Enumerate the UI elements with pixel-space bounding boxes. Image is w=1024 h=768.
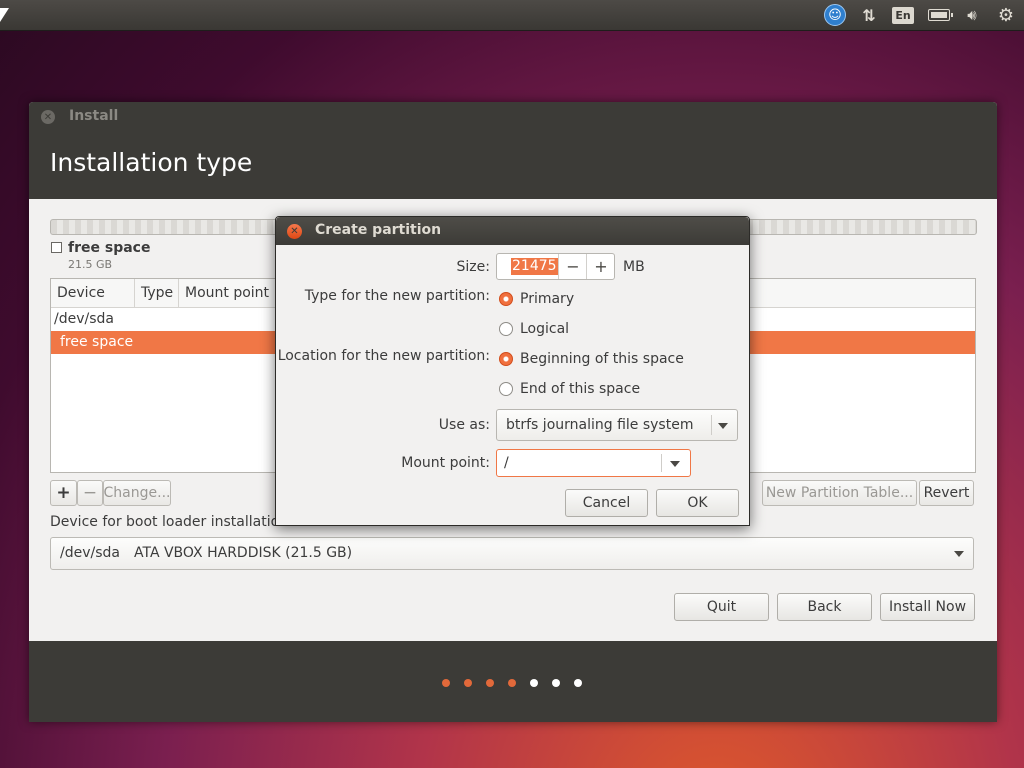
back-button[interactable]: Back <box>777 593 872 621</box>
cancel-button[interactable]: Cancel <box>565 489 648 517</box>
window-title: Install <box>69 108 119 124</box>
network-icon[interactable]: ⇅ <box>858 4 880 26</box>
footer-bar <box>29 641 997 722</box>
window-header: ✕ Install Installation type <box>29 102 997 199</box>
progress-dot-pending <box>574 679 582 687</box>
size-increment-button[interactable]: + <box>586 254 615 279</box>
chevron-down-icon <box>954 551 964 557</box>
keyboard-layout-indicator[interactable]: En <box>892 4 914 26</box>
radio-primary-label[interactable]: Primary <box>520 291 574 307</box>
free-space-legend-label: free space <box>68 240 151 256</box>
add-partition-button[interactable]: + <box>50 480 77 506</box>
use-as-select[interactable]: btrfs journaling file system <box>496 409 738 441</box>
volume-icon[interactable]: 🔊︎ <box>960 4 984 26</box>
progress-dot-done <box>464 679 472 687</box>
radio-primary[interactable] <box>499 292 513 306</box>
settings-gear-icon[interactable]: ⚙ <box>994 4 1018 26</box>
radio-beginning-label[interactable]: Beginning of this space <box>520 351 684 367</box>
type-label: Type for the new partition: <box>304 288 490 304</box>
mount-point-combo[interactable]: / <box>496 449 691 477</box>
mount-point-value[interactable]: / <box>504 455 509 471</box>
size-spinbutton[interactable]: 21475 − + <box>496 253 615 280</box>
page-title: Installation type <box>50 148 253 177</box>
row-device: free space <box>60 334 134 350</box>
boot-device-path: /dev/sda <box>60 545 120 561</box>
change-partition-button[interactable]: Change... <box>103 480 171 506</box>
radio-end-label[interactable]: End of this space <box>520 381 640 397</box>
keyboard-layout-label: En <box>892 6 914 24</box>
size-decrement-button[interactable]: − <box>558 254 587 279</box>
new-partition-table-button[interactable]: New Partition Table... <box>762 480 917 506</box>
window-close-icon[interactable]: ✕ <box>41 110 55 124</box>
boot-loader-label: Device for boot loader installation: <box>50 514 293 530</box>
mouse-cursor-icon <box>0 8 9 22</box>
chevron-down-icon <box>718 423 728 429</box>
column-header-type[interactable]: Type <box>135 279 179 307</box>
column-header-device[interactable]: Device <box>51 279 135 307</box>
accessibility-icon[interactable]: ☺ <box>824 4 846 26</box>
create-partition-dialog: ✕ Create partition Size: 21475 − + MB Ty… <box>275 216 750 526</box>
size-label: Size: <box>456 259 490 275</box>
progress-dot-done <box>442 679 450 687</box>
location-label: Location for the new partition: <box>277 348 490 364</box>
radio-beginning[interactable] <box>499 352 513 366</box>
dialog-header: ✕ Create partition <box>276 217 749 245</box>
row-device: /dev/sda <box>54 311 114 327</box>
progress-dot-done <box>486 679 494 687</box>
use-as-value: btrfs journaling file system <box>506 417 694 433</box>
dialog-title: Create partition <box>315 222 442 238</box>
use-as-label: Use as: <box>438 417 490 433</box>
boot-device-description: ATA VBOX HARDDISK (21.5 GB) <box>134 545 353 561</box>
size-unit: MB <box>623 259 645 275</box>
quit-button[interactable]: Quit <box>674 593 769 621</box>
free-space-legend-swatch <box>51 242 62 253</box>
free-space-legend-size: 21.5 GB <box>68 258 113 271</box>
boot-loader-device-select[interactable]: /dev/sda ATA VBOX HARDDISK (21.5 GB) <box>50 537 974 570</box>
radio-end[interactable] <box>499 382 513 396</box>
battery-icon[interactable] <box>926 4 953 26</box>
radio-logical-label[interactable]: Logical <box>520 321 569 337</box>
mount-point-label: Mount point: <box>401 455 490 471</box>
remove-partition-button[interactable]: − <box>77 480 103 506</box>
ok-button[interactable]: OK <box>656 489 739 517</box>
revert-button[interactable]: Revert <box>919 480 974 506</box>
progress-dot-pending <box>552 679 560 687</box>
size-value[interactable]: 21475 <box>511 258 558 275</box>
radio-logical[interactable] <box>499 322 513 336</box>
progress-dot-done <box>508 679 516 687</box>
top-panel: ☺ ⇅ En 🔊︎ ⚙ <box>0 0 1024 31</box>
chevron-down-icon[interactable] <box>670 461 680 467</box>
progress-dot-pending <box>530 679 538 687</box>
install-now-button[interactable]: Install Now <box>880 593 975 621</box>
dialog-close-icon[interactable]: ✕ <box>287 224 302 239</box>
